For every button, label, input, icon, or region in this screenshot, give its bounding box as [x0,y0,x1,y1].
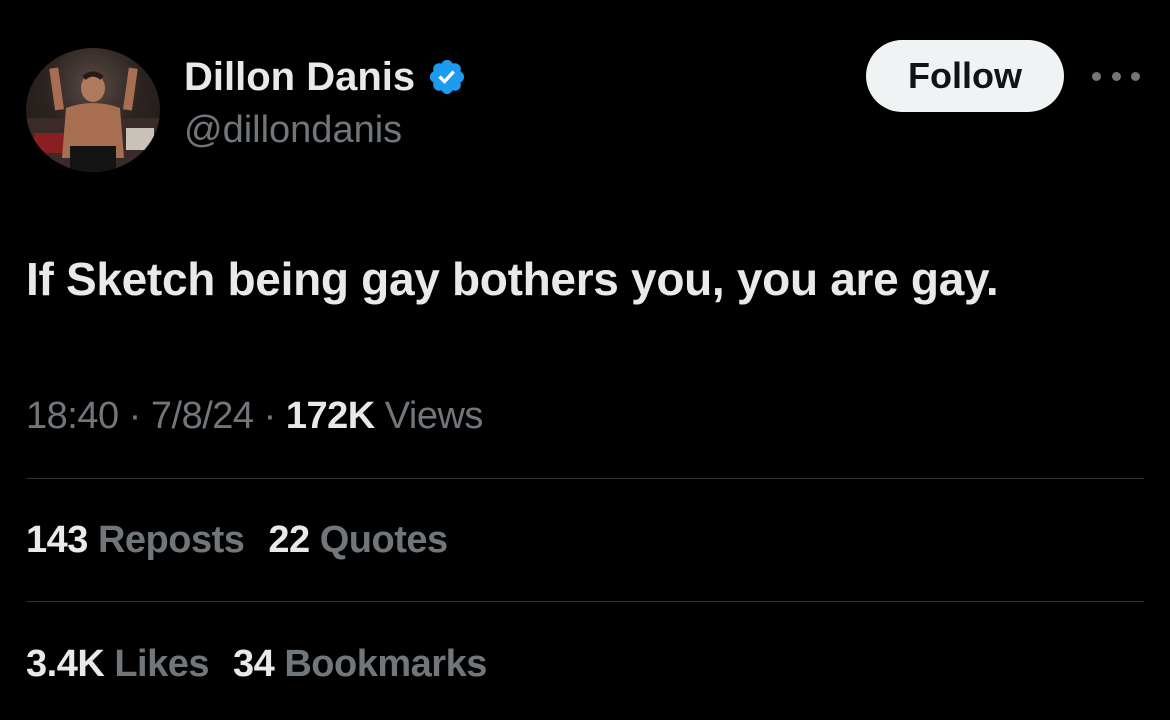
likes-count: 3.4K [26,643,105,685]
divider [26,478,1144,479]
quotes-count: 22 [268,519,310,561]
author-handle[interactable]: @dillondanis [184,108,402,152]
tweet-time[interactable]: 18:40 [26,395,119,437]
divider [26,601,1144,602]
bookmarks-stat[interactable]: 34 Bookmarks [233,640,487,688]
tweet-text: If Sketch being gay bothers you, you are… [26,253,999,305]
more-dot [1111,71,1121,81]
engagement-row-2: 3.4K Likes 34 Bookmarks [26,640,487,688]
likes-stat[interactable]: 3.4K Likes [26,640,210,688]
tweet-date[interactable]: 7/8/24 [151,395,254,437]
avatar-image [26,67,160,172]
tweet-meta: 18:40 · 7/8/24 · 172K Views [26,392,483,440]
more-dot [1131,71,1140,81]
more-horizontal-icon[interactable] [1092,64,1140,88]
bookmarks-label: Bookmarks [274,643,487,685]
reposts-count: 143 [26,519,88,561]
bookmarks-count: 34 [233,643,275,685]
more-dot [1092,71,1101,81]
quotes-label: Quotes [309,519,448,561]
verified-badge-icon[interactable] [427,57,467,97]
follow-button[interactable]: Follow [866,40,1064,112]
display-name[interactable]: Dillon Danis [184,54,415,100]
meta-separator: · [253,395,286,437]
author-name-row: Dillon Danis [184,54,467,100]
views-count: 172K [285,395,375,437]
reposts-stat[interactable]: 143 Reposts [26,516,245,564]
quotes-stat[interactable]: 22 Quotes [268,516,448,564]
avatar[interactable] [26,48,160,172]
views-label: Views [374,395,484,437]
meta-separator: · [118,395,151,437]
engagement-row-1: 143 Reposts 22 Quotes [26,516,448,564]
reposts-label: Reposts [87,519,245,561]
likes-label: Likes [104,643,210,685]
